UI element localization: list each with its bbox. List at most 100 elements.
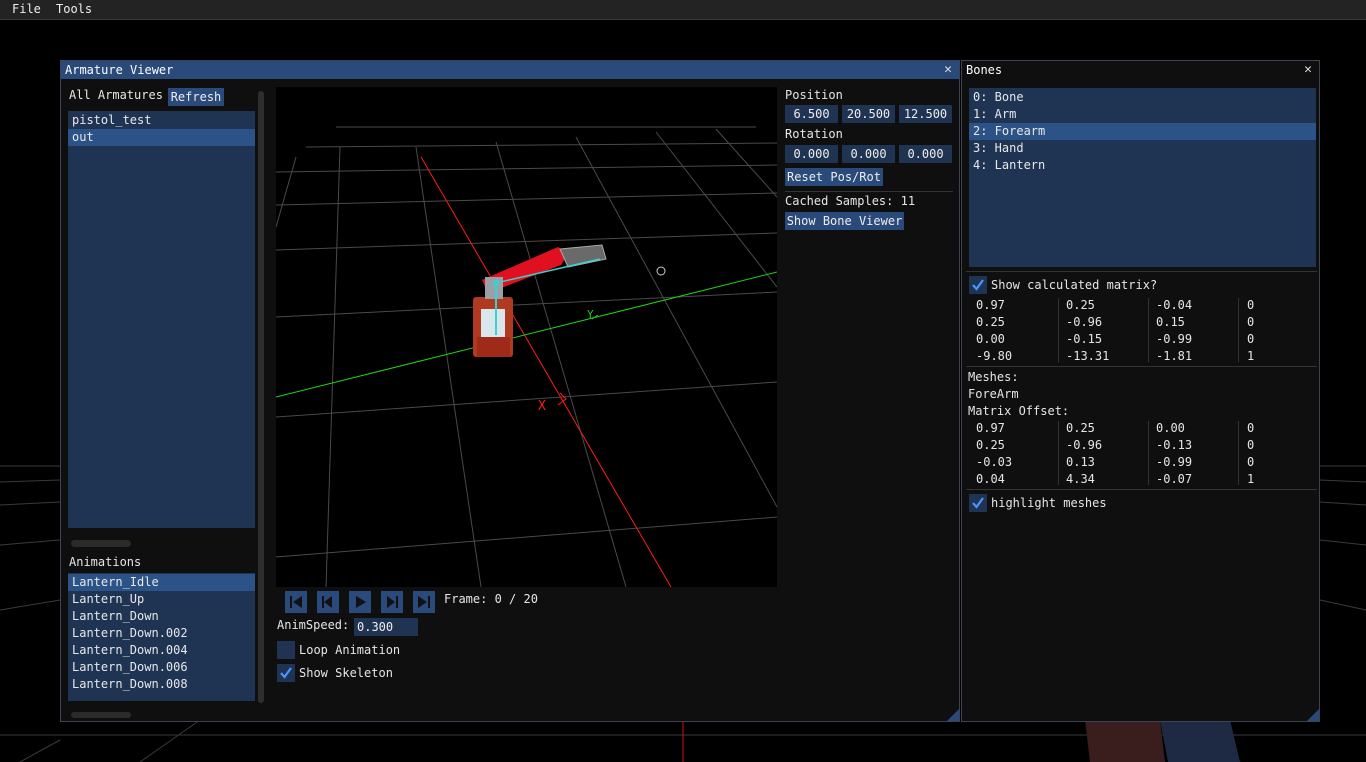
bone-item[interactable]: 1: Arm — [969, 106, 1316, 123]
armature-viewer-titlebar[interactable]: Armature Viewer — [61, 61, 959, 79]
show-calculated-matrix-label: Show calculated matrix? — [991, 278, 1158, 292]
highlight-meshes-label: highlight meshes — [991, 496, 1107, 510]
show-skeleton-checkbox[interactable] — [277, 664, 295, 682]
close-icon[interactable]: ✕ — [1301, 61, 1315, 79]
column-divider — [1238, 298, 1239, 362]
show-bone-viewer-button[interactable]: Show Bone Viewer — [785, 212, 904, 230]
animation-item[interactable]: Lantern_Down.004 — [68, 642, 255, 659]
resize-grip-icon[interactable] — [947, 709, 959, 721]
armature-list: pistol_test out — [68, 111, 255, 528]
column-divider — [1148, 298, 1149, 362]
skip-start-icon — [290, 596, 302, 608]
divider — [966, 366, 1317, 367]
left-panel-scrollbar[interactable] — [258, 91, 264, 703]
matrix-cell: 0.00 — [1156, 421, 1185, 435]
loop-animation-label: Loop Animation — [299, 643, 401, 657]
next-frame-button[interactable] — [381, 591, 403, 613]
matrix-cell: 0.25 — [1066, 298, 1095, 312]
armature-item[interactable]: pistol_test — [68, 112, 255, 129]
matrix-cell: 1 — [1247, 349, 1255, 363]
animation-list: Lantern_Idle Lantern_Up Lantern_Down Lan… — [68, 573, 255, 701]
last-frame-button[interactable] — [413, 591, 435, 613]
matrix-cell: -13.31 — [1066, 349, 1110, 363]
divider — [785, 191, 953, 192]
skip-end-icon — [418, 596, 430, 608]
matrix-cell: 0.25 — [976, 315, 1005, 329]
matrix-cell: -0.15 — [1066, 332, 1103, 346]
armature-item-selected[interactable]: out — [68, 129, 255, 146]
matrix-cell: -0.03 — [976, 455, 1013, 469]
play-button[interactable] — [349, 591, 371, 613]
rotation-y-input[interactable]: 0.000 — [842, 145, 895, 163]
armature-viewer-window: Armature Viewer ✕ All Armatures Refresh … — [60, 60, 960, 722]
show-calculated-matrix-checkbox[interactable] — [969, 276, 987, 294]
position-x-input[interactable]: 6.500 — [785, 105, 838, 123]
armature-list-scrollbar[interactable] — [71, 540, 131, 547]
matrix-cell: -9.80 — [976, 349, 1013, 363]
show-skeleton-label: Show Skeleton — [299, 666, 393, 680]
armature-viewport[interactable]: Y X — [276, 87, 777, 587]
position-z-input[interactable]: 12.500 — [899, 105, 952, 123]
column-divider — [1058, 421, 1059, 485]
position-label: Position — [785, 88, 843, 102]
bone-list: 0: Bone 1: Arm 2: Forearm 3: Hand 4: Lan… — [969, 88, 1316, 267]
bone-item[interactable]: 4: Lantern — [969, 157, 1316, 174]
animation-item[interactable]: Lantern_Down.002 — [68, 625, 255, 642]
animation-item-selected[interactable]: Lantern_Idle — [68, 574, 255, 591]
menu-bar: File Tools — [0, 0, 1366, 20]
meshes-label: Meshes: — [968, 370, 1019, 384]
refresh-button[interactable]: Refresh — [168, 88, 224, 106]
animation-item[interactable]: Lantern_Down.006 — [68, 659, 255, 676]
frame-counter: Frame: 0 / 20 — [444, 592, 538, 606]
anim-speed-input[interactable]: 0.300 — [354, 618, 418, 636]
bones-title: Bones — [966, 63, 1003, 77]
animation-item[interactable]: Lantern_Down.008 — [68, 676, 255, 693]
matrix-cell: 0.15 — [1156, 315, 1185, 329]
matrix-cell: 0.00 — [976, 332, 1005, 346]
matrix-cell: 0.13 — [1066, 455, 1095, 469]
all-armatures-label: All Armatures — [69, 88, 163, 102]
bone-item[interactable]: 3: Hand — [969, 140, 1316, 157]
divider — [966, 271, 1317, 272]
rotation-x-input[interactable]: 0.000 — [785, 145, 838, 163]
axis-label-y: Y — [587, 308, 594, 321]
matrix-cell: 0 — [1247, 438, 1255, 452]
mesh-name: ForeArm — [968, 387, 1019, 401]
matrix-cell: 0 — [1247, 421, 1255, 435]
matrix-cell: 0 — [1247, 332, 1255, 346]
matrix-offset-label: Matrix Offset: — [968, 404, 1070, 418]
checkmark-icon — [972, 279, 984, 291]
matrix-cell: -0.99 — [1156, 455, 1193, 469]
matrix-cell: 0.97 — [976, 298, 1005, 312]
bone-item-selected[interactable]: 2: Forearm — [969, 123, 1316, 140]
reset-pos-rot-button[interactable]: Reset Pos/Rot — [785, 168, 883, 186]
loop-animation-checkbox[interactable] — [277, 641, 295, 659]
cached-samples-text: Cached Samples: 11 — [785, 194, 916, 208]
position-y-input[interactable]: 20.500 — [842, 105, 895, 123]
bones-titlebar[interactable]: Bones — [962, 61, 1319, 79]
matrix-cell: 0 — [1247, 455, 1255, 469]
divider — [966, 489, 1317, 490]
animation-list-scrollbar[interactable] — [71, 712, 131, 718]
bone-item[interactable]: 0: Bone — [969, 89, 1316, 106]
animation-item[interactable]: Lantern_Up — [68, 591, 255, 608]
animation-item[interactable]: Lantern_Down — [68, 608, 255, 625]
prev-frame-button[interactable] — [317, 591, 339, 613]
resize-grip-icon[interactable] — [1307, 709, 1319, 721]
matrix-cell: 0 — [1247, 298, 1255, 312]
matrix-cell: 4.34 — [1066, 472, 1095, 486]
menu-tools[interactable]: Tools — [56, 2, 92, 16]
menu-file[interactable]: File — [12, 2, 41, 16]
anim-speed-label: AnimSpeed: — [277, 618, 350, 632]
matrix-cell: -0.13 — [1156, 438, 1193, 452]
highlight-meshes-checkbox[interactable] — [969, 494, 987, 512]
matrix-cell: -0.96 — [1066, 438, 1103, 452]
step-back-icon — [322, 596, 332, 608]
matrix-cell: 0.25 — [1066, 421, 1095, 435]
bones-window: Bones ✕ 0: Bone 1: Arm 2: Forearm 3: Han… — [961, 60, 1320, 722]
first-frame-button[interactable] — [285, 591, 307, 613]
column-divider — [1148, 421, 1149, 485]
close-icon[interactable]: ✕ — [941, 61, 955, 79]
rotation-z-input[interactable]: 0.000 — [899, 145, 952, 163]
checkmark-icon — [280, 667, 292, 679]
